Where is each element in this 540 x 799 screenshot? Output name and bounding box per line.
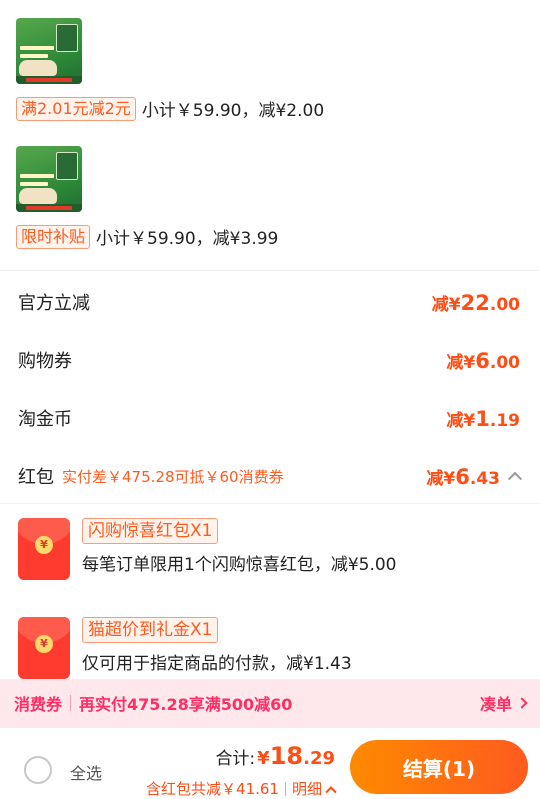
product-thumbnail[interactable] [16, 146, 82, 212]
discount-row-red-packet[interactable]: 红包 实付差￥475.28可抵￥60消费券 减¥6.43 [18, 459, 523, 493]
discount-amount: 减¥22.00 [431, 290, 520, 315]
discount-label: 淘金币 [18, 409, 72, 430]
red-packet-list: ¥ 闪购惊喜红包X1 每笔订单限用1个闪购惊喜红包，减¥5.00 ¥ 猫超价到礼… [0, 503, 540, 679]
discount-summary-text: 含红包共减￥41.61 [146, 780, 279, 798]
discount-label: 官方立减 [18, 293, 90, 314]
total-line: 合计: ¥18.29 [215, 742, 335, 770]
product-list: 满2.01元减2元 小计￥59.90，减¥2.00 限时补贴 小计￥59.90，… [0, 0, 540, 270]
discount-row-voucher[interactable]: 购物券 减¥6.00 [18, 343, 520, 377]
discount-amount: 减¥6.43 [426, 464, 500, 489]
discount-summary: 含红包共减￥41.61 明细 [146, 778, 337, 799]
coupon-banner[interactable]: 消费券 再实付475.28享满500减60 凑单 [0, 679, 540, 727]
promo-tag: 限时补贴 [16, 224, 91, 249]
discount-amount: 减¥1.19 [446, 406, 520, 431]
chevron-up-icon[interactable] [507, 471, 523, 486]
select-all-checkbox[interactable] [24, 756, 52, 784]
chevron-right-icon [516, 697, 528, 709]
total-label: 合计: [215, 749, 256, 769]
discount-amount: 减¥6.00 [446, 348, 520, 373]
promo-tag: 满2.01元减2元 [16, 96, 136, 121]
promo-subtotal: 小计￥59.90，减¥3.99 [96, 229, 279, 249]
chevron-up-icon[interactable] [325, 785, 337, 797]
discount-list: 官方立减 减¥22.00 购物券 减¥6.00 淘金币 减¥1.19 红包 实付… [0, 270, 540, 503]
coupon-label: 消费券 [14, 695, 63, 714]
discount-row-coins[interactable]: 淘金币 减¥1.19 [18, 401, 520, 435]
select-all-label[interactable]: 全选 [70, 760, 102, 784]
add-items-label: 凑单 [479, 695, 512, 714]
discount-label: 购物券 [18, 351, 72, 372]
add-items-link[interactable]: 凑单 [479, 691, 528, 715]
coupon-text: 再实付475.28享满500减60 [79, 695, 293, 714]
product-promo-row: 满2.01元减2元 小计￥59.90，减¥2.00 [16, 96, 324, 121]
checkout-bar: 全选 合计: ¥18.29 含红包共减￥41.61 明细 结算(1) [0, 727, 540, 799]
promo-subtotal: 小计￥59.90，减¥2.00 [141, 101, 325, 121]
divider [70, 695, 72, 711]
total-amount: ¥18.29 [257, 742, 335, 770]
red-packet-title: 猫超价到礼金X1 [82, 617, 219, 643]
red-packet-note: 实付差￥475.28可抵￥60消费券 [62, 467, 284, 486]
product-promo-row: 限时补贴 小计￥59.90，减¥3.99 [16, 224, 278, 249]
cart-checkout-page: 满2.01元减2元 小计￥59.90，减¥2.00 限时补贴 小计￥59.90，… [0, 0, 540, 799]
checkout-button[interactable]: 结算(1) [350, 740, 528, 794]
discount-row-official[interactable]: 官方立减 减¥22.00 [18, 285, 520, 319]
detail-link[interactable]: 明细 [292, 778, 322, 799]
divider [284, 781, 286, 796]
red-envelope-icon: ¥ [18, 617, 70, 679]
red-envelope-icon: ¥ [18, 518, 70, 580]
red-packet-title: 闪购惊喜红包X1 [82, 518, 219, 544]
product-thumbnail[interactable] [16, 18, 82, 84]
red-packet-desc: 每笔订单限用1个闪购惊喜红包，减¥5.00 [82, 555, 397, 575]
discount-label: 红包 [18, 467, 54, 488]
red-packet-desc: 仅可用于指定商品的付款，减¥1.43 [82, 654, 352, 674]
